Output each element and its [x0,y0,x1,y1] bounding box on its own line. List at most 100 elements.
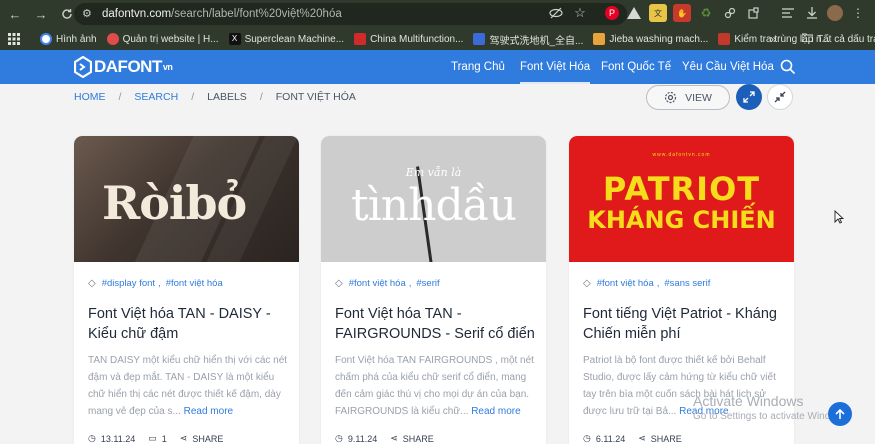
adblock-icon[interactable]: ✋ [673,4,691,22]
bookmark-item[interactable]: Hình ảnh [40,33,97,45]
post-meta: ◷ 6.11.24 ⋖ SHARE [583,433,682,444]
collapse-view-button[interactable] [767,84,793,110]
bookmarks-more-button[interactable]: » [770,32,777,46]
url-host: dafontvn.com [102,8,172,20]
post-title[interactable]: Font Việt hóa TAN - DAISY - Kiểu chữ đậm [88,304,289,344]
tag-icon: ◇ [583,278,591,289]
breadcrumb-home[interactable]: HOME [74,91,106,103]
thumbnail-line1: PATRIOT [602,170,761,208]
pinterest-icon[interactable]: P [605,6,619,20]
post-tags: ◇ #font việt hóa, #serif [335,278,440,289]
bookmark-label: 驾驶式洗地机_全自... [489,35,584,47]
url-path: /search/label/font%20việt%20hóa [171,8,342,20]
extensions-icon[interactable] [745,4,763,22]
share-button[interactable]: SHARE [192,434,223,444]
share-button[interactable]: SHARE [651,434,682,444]
post-title[interactable]: Font Việt hóa TAN - FAIRGROUNDS - Serif … [335,304,536,344]
post-card[interactable]: Em vẫn là tìnhdầu ◇ #font việt hóa, #ser… [321,136,546,444]
post-date: 13.11.24 [100,433,136,444]
forward-icon[interactable]: → [30,3,52,25]
back-icon[interactable]: ← [4,3,26,25]
view-button-label: VIEW [685,91,712,104]
nav-yeu-cau-viet-hoa[interactable]: Yêu Cầu Việt Hóa [682,61,774,73]
bookmark-label: Hình ảnh [56,33,97,45]
post-thumbnail[interactable]: Em vẫn là tìnhdầu [321,136,546,262]
breadcrumb-current: FONT VIỆT HÓA [275,91,356,103]
tag-link[interactable]: #font việt hóa [597,278,654,289]
all-bookmarks-button[interactable]: Tất cả dấu trang [801,33,875,45]
recycle-icon[interactable]: ♻ [697,4,715,22]
site-icon [354,33,367,45]
breadcrumb-search[interactable]: SEARCH [134,91,178,103]
x-icon: X [228,33,241,45]
logo-suffix: vn [162,62,173,72]
arrow-up-icon [835,408,845,419]
drive-icon[interactable] [625,4,643,22]
breadcrumb-labels: LABELS [207,91,247,103]
translate-icon[interactable]: 文 [649,4,667,22]
thumbnail-word: Ròibỏ [102,176,247,230]
star-icon[interactable]: ☆ [571,4,589,22]
nav-font-viet-hoa[interactable]: Font Việt Hóa [520,61,591,84]
bookmark-item[interactable]: China Multifunction... [354,33,463,45]
breadcrumb-separator: / [259,91,263,103]
tag-link[interactable]: #serif [416,278,439,289]
breadcrumb: HOME / SEARCH / LABELS / FONT VIỆT HÓA [74,91,356,103]
thumbnail-small-text: www.dafontvn.com [652,152,711,158]
tag-link[interactable]: #font việt hóa [166,278,223,289]
reading-list-icon[interactable] [779,4,797,22]
apps-grid-icon[interactable] [8,33,20,45]
tag-link[interactable]: #sans serif [664,278,710,289]
bookmark-item[interactable]: Quản trị website | H... [106,33,219,45]
nav-trang-chu[interactable]: Trang Chủ [451,61,505,73]
clock-icon: ◷ [335,433,343,443]
site-header: DAFONT vn Trang Chủ Font Việt Hóa Font Q… [0,50,875,84]
tag-link[interactable]: #display font [102,278,155,289]
menu-kebab-icon[interactable]: ⋮ [849,4,867,22]
post-thumbnail[interactable]: www.dafontvn.com PATRIOT KHÁNG CHIẾN [569,136,794,262]
post-title[interactable]: Font tiếng Việt Patriot - Kháng Chiến mi… [583,304,784,344]
browser-toolbar: ← → ⚙ dafontvn.com/search/label/font%20v… [0,0,875,28]
post-excerpt: Font Việt hóa TAN FAIRGROUNDS , một nét … [335,352,536,420]
download-icon[interactable] [803,4,821,22]
site-icon [593,33,606,45]
bookmark-item[interactable]: 驾驶式洗地机_全自... [473,32,583,47]
bookmark-item[interactable]: Jieba washing mach... [593,33,708,45]
post-tags: ◇ #font việt hóa, #sans serif [583,278,711,289]
scroll-to-top-button[interactable] [828,402,852,426]
bookmark-label: China Multifunction... [370,33,464,45]
post-date: 9.11.24 [347,433,378,444]
eye-off-icon[interactable] [547,4,565,22]
breadcrumb-separator: / [118,91,122,103]
post-card[interactable]: Ròibỏ ◇ #display font, #font việt hóa Fo… [74,136,299,444]
read-more-link[interactable]: Read more [471,406,520,417]
tag-link[interactable]: #font việt hóa [349,278,406,289]
breadcrumb-separator: / [191,91,195,103]
share-button[interactable]: SHARE [403,434,434,444]
post-tags: ◇ #display font, #font việt hóa [88,278,223,289]
address-bar[interactable]: ⚙ dafontvn.com/search/label/font%20việt%… [74,3,627,25]
site-icon [106,33,119,45]
search-icon[interactable] [779,58,797,76]
bookmark-item[interactable]: X Superclean Machine... [228,33,345,45]
link-icon[interactable] [721,4,739,22]
site-logo[interactable]: DAFONT vn [74,56,173,78]
site-info-icon[interactable]: ⚙ [82,8,94,20]
bookmark-label: Jieba washing mach... [609,33,709,45]
read-more-link[interactable]: Read more [184,406,233,417]
post-thumbnail[interactable]: Ròibỏ [74,136,299,262]
bookmark-label: Superclean Machine... [244,33,345,45]
post-meta: ◷ 13.11.24 ▭ 1 ⋖ SHARE [88,433,223,444]
profile-avatar[interactable] [827,5,843,21]
logo-mark-icon [74,56,92,78]
windows-activation-watermark: Activate Windows Go to Settings to activ… [693,393,851,422]
google-icon [40,33,52,45]
comment-count[interactable]: 1 [162,434,167,444]
folder-icon [801,33,814,45]
post-excerpt: TAN DAISY một kiểu chữ hiển thị với các … [88,352,289,420]
view-button[interactable]: VIEW [646,85,730,110]
nav-font-quoc-te[interactable]: Font Quốc Tế [601,61,671,73]
share-icon: ⋖ [638,433,646,443]
post-meta: ◷ 9.11.24 ⋖ SHARE [335,433,434,444]
expand-view-button[interactable] [736,84,762,110]
